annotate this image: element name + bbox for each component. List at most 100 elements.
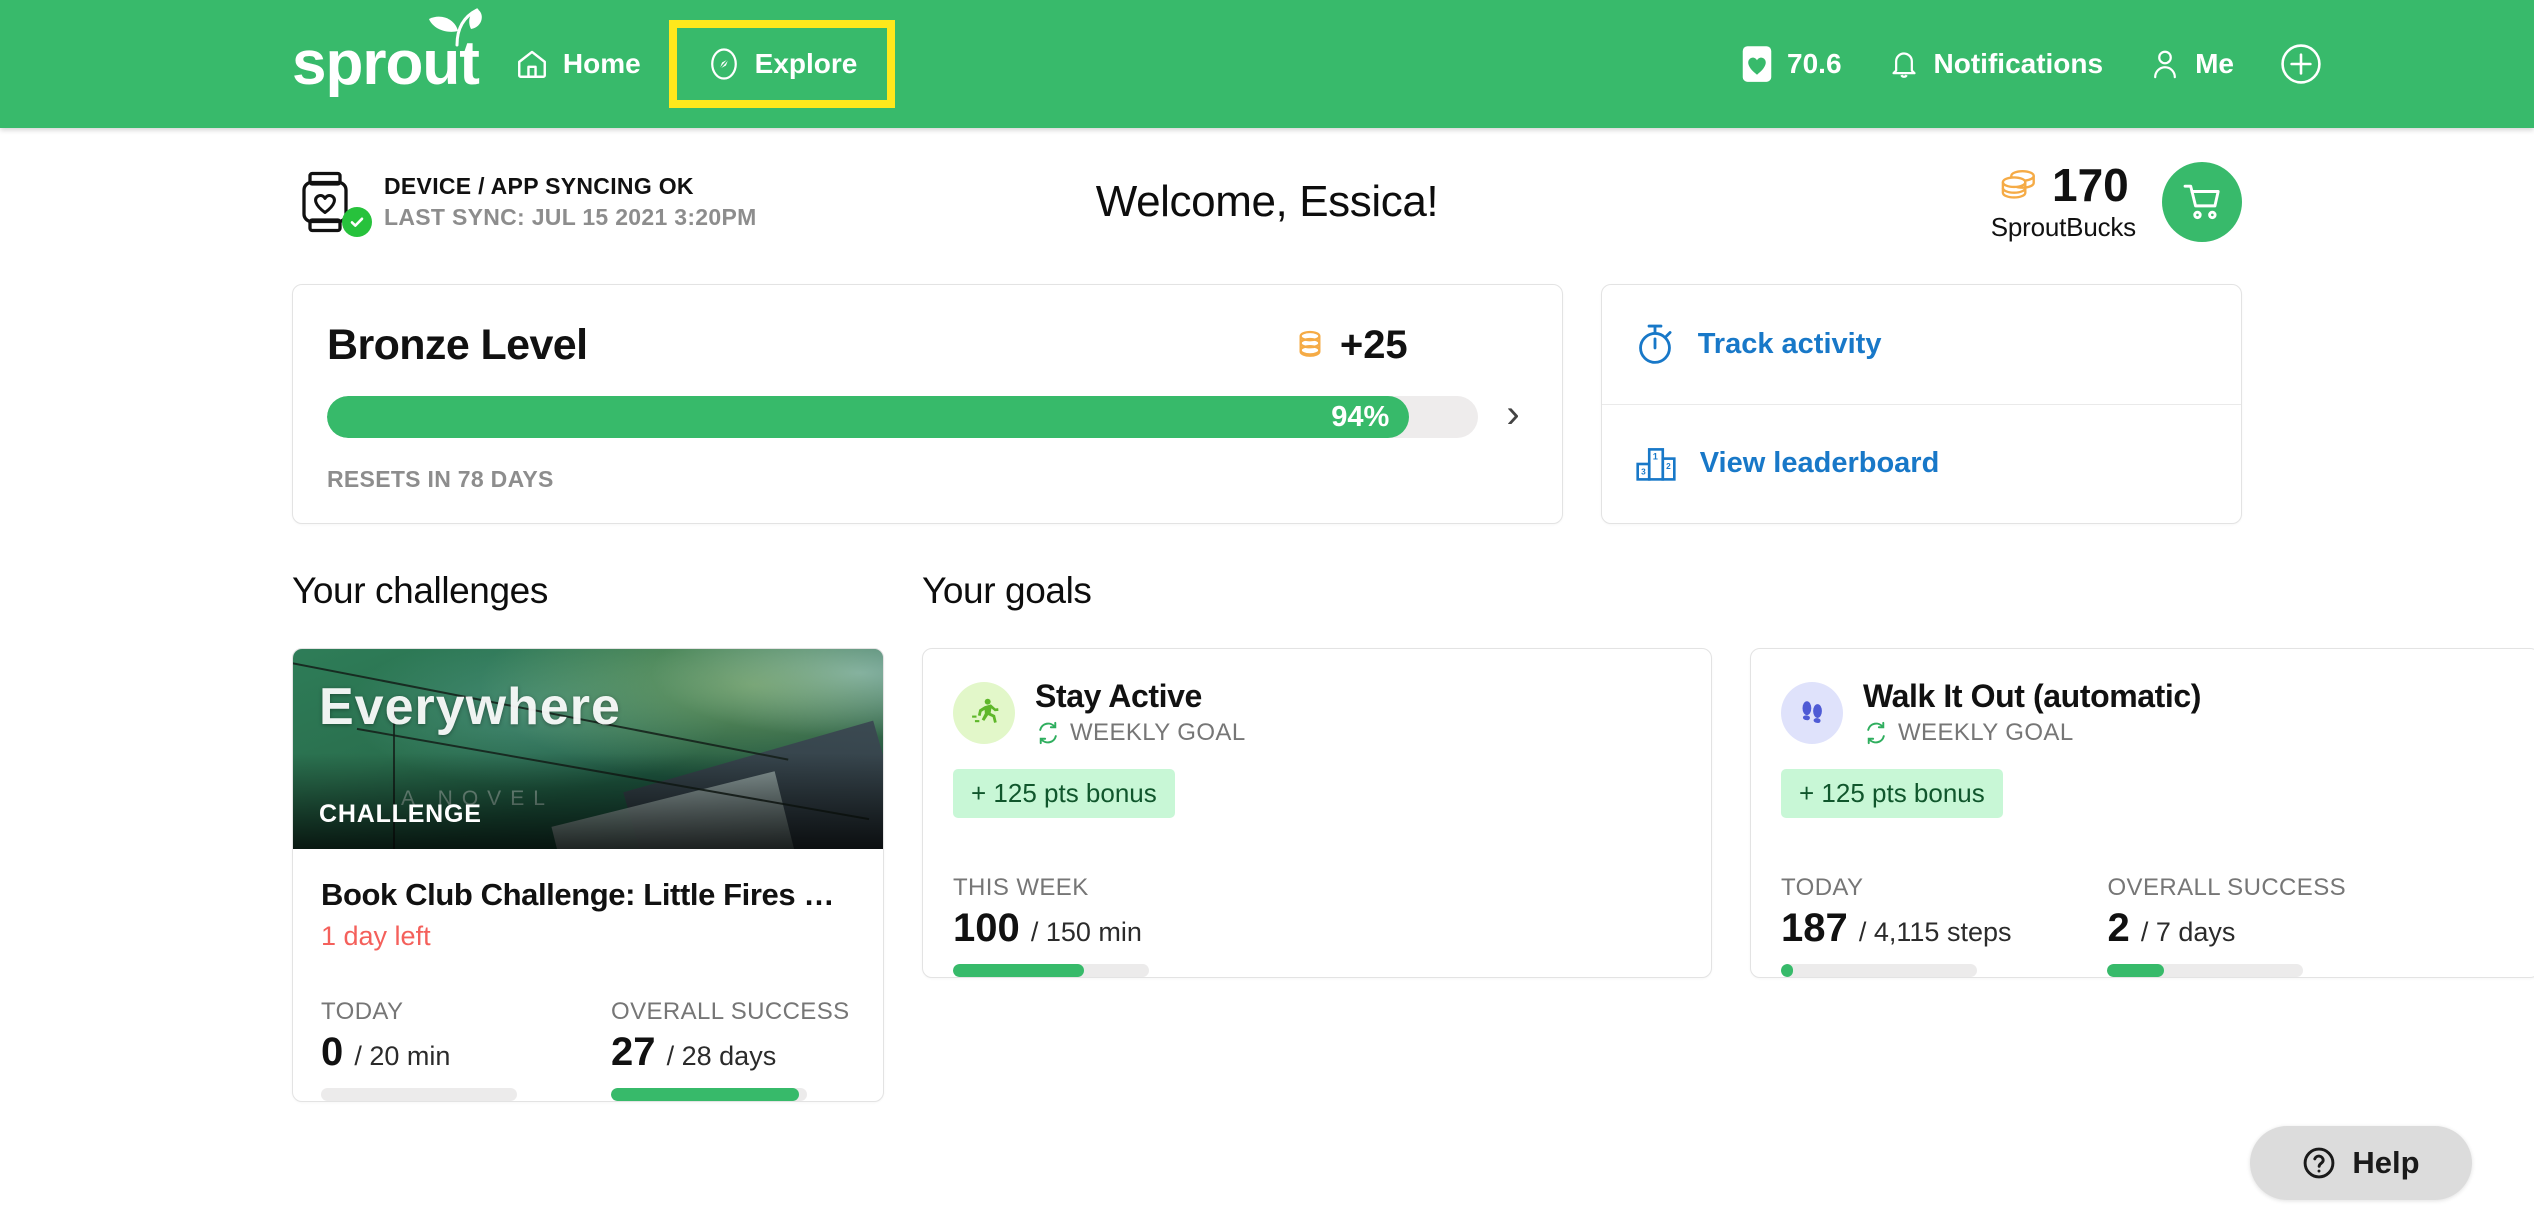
sync-status-text: DEVICE / APP SYNCING OK (384, 173, 694, 200)
goals-section-title: Your goals (922, 570, 1092, 611)
cart-icon (2181, 181, 2223, 223)
level-progress-bar: 94% (327, 396, 1479, 438)
stat-block: OVERALL SUCCESS 27 / 28 days (611, 998, 850, 1101)
goal-stats: THIS WEEK 100 / 150 min (953, 874, 1681, 978)
goal-bonus-pill: + 125 pts bonus (953, 769, 1175, 819)
nav-item-me[interactable]: Me (2145, 37, 2238, 91)
summary-cards-row: Bronze Level +25 94% › RESETS IN 78 DAYS… (292, 284, 2242, 524)
track-activity-label: Track activity (1697, 327, 1882, 360)
goal-kind-label: WEEKLY GOAL (1070, 719, 1246, 747)
level-progress-label: 94% (1331, 400, 1390, 433)
stat-progress-fill (953, 964, 1085, 978)
stat-value: 27 / 28 days (611, 1030, 850, 1074)
stat-block: TODAY 187 / 4,115 steps (1781, 874, 2012, 978)
nav-item-home-label: Home (562, 48, 641, 79)
stat-progress-fill (611, 1088, 800, 1101)
quick-links-card: Track activity 1 2 3 View leaderboard (1600, 284, 2242, 524)
coins-icon (1294, 329, 1326, 363)
stat-label: TODAY (1781, 874, 1864, 902)
challenge-name: Book Club Challenge: Little Fires … (321, 877, 835, 912)
stat-denominator: / 150 min (1030, 917, 1142, 948)
coins-icon (1998, 166, 2040, 204)
stat-block: THIS WEEK 100 / 150 min (953, 874, 1149, 978)
sproutbucks-label: SproutBucks (1990, 211, 2136, 242)
compass-icon (707, 46, 741, 82)
goal-kind-label: WEEKLY GOAL (1898, 719, 2074, 747)
help-label: Help (2352, 1145, 2420, 1180)
last-sync-text: LAST SYNC: JUL 15 2021 3:20PM (384, 204, 757, 230)
stat-progress-bar (2107, 964, 2304, 978)
sproutbucks-area: 170 SproutBucks (1991, 162, 2242, 243)
sproutbucks-value: 170 (2052, 158, 2129, 211)
goal-kind: WEEKLY GOAL (1863, 719, 2201, 747)
stat-value: 2 / 7 days (2107, 906, 2346, 950)
goal-name: Walk It Out (automatic) (1863, 678, 2202, 714)
challenges-section-title: Your challenges (292, 570, 548, 611)
content-sections: Your challenges Everywhere A NOVEL CHALL… (292, 570, 2534, 1102)
svg-text:3: 3 (1641, 466, 1646, 476)
goal-kind: WEEKLY GOAL (1035, 719, 1246, 747)
chevron-right-icon[interactable]: › (1504, 394, 1527, 440)
stat-value: 100 / 150 min (953, 906, 1149, 950)
stat-progress-bar (321, 1088, 517, 1101)
sprout-logo[interactable]: sprout (292, 8, 493, 95)
home-icon (515, 47, 549, 81)
goal-card-stay-active[interactable]: Stay Active WEEKLY GOAL + 125 pts bonus … (922, 648, 1712, 979)
goal-stats: TODAY 187 / 4,115 steps OVERALL SUCCESS (1781, 874, 2509, 978)
runner-icon (953, 682, 1015, 745)
stat-progress-bar (1781, 964, 1977, 978)
stat-number: 187 (1781, 906, 1848, 951)
nav-item-home[interactable]: Home (493, 29, 663, 99)
stat-denominator: / 4,115 steps (1858, 917, 2012, 948)
status-row: DEVICE / APP SYNCING OK LAST SYNC: JUL 1… (292, 128, 2242, 276)
question-circle-icon (2302, 1146, 2336, 1180)
health-score-value: 70.6 (1787, 48, 1842, 79)
podium-icon: 1 2 3 (1634, 444, 1678, 484)
level-progress-fill: 94% (327, 396, 1410, 438)
stat-label: THIS WEEK (953, 874, 1089, 902)
goal-card-walk-it-out[interactable]: Walk It Out (automatic) WEEKLY GOAL + 12… (1750, 648, 2534, 979)
stopwatch-icon (1634, 322, 1676, 366)
device-sync-status: DEVICE / APP SYNCING OK LAST SYNC: JUL 1… (292, 169, 757, 237)
stat-progress-bar (953, 964, 1149, 978)
stat-number: 27 (611, 1030, 656, 1074)
shopping-cart-button[interactable] (2162, 162, 2242, 242)
help-widget-button[interactable]: Help (2250, 1126, 2472, 1200)
track-activity-link[interactable]: Track activity (1602, 285, 2241, 404)
svg-text:1: 1 (1653, 451, 1658, 461)
cover-title: Everywhere (319, 678, 621, 736)
repeat-icon (1035, 720, 1061, 746)
goals-row: Stay Active WEEKLY GOAL + 125 pts bonus … (922, 648, 2534, 979)
nav-item-explore[interactable]: Explore (668, 20, 896, 108)
leaf-sprig-icon (428, 8, 482, 47)
challenge-stats: TODAY 0 / 20 min OVERALL SUCCESS 27 / 28… (321, 998, 855, 1101)
notifications-label: Notifications (1933, 48, 2104, 79)
challenges-column: Your challenges Everywhere A NOVEL CHALL… (292, 570, 884, 1102)
nav-item-notifications[interactable]: Notifications (1884, 37, 2108, 91)
level-resets-text: RESETS IN 78 DAYS (327, 466, 554, 492)
add-button[interactable] (2276, 33, 2326, 95)
level-bonus-value: +25 (1339, 323, 1408, 367)
primary-nav: sprout Home Explore (292, 8, 901, 108)
stat-number: 0 (321, 1030, 344, 1074)
page-content: DEVICE / APP SYNCING OK LAST SYNC: JUL 1… (0, 128, 2534, 1102)
health-score[interactable]: 70.6 (1737, 35, 1846, 93)
stat-denominator: / 28 days (666, 1041, 777, 1071)
sync-ok-check-icon (342, 207, 372, 237)
view-leaderboard-link[interactable]: 1 2 3 View leaderboard (1601, 403, 2241, 524)
stat-label: OVERALL SUCCESS (611, 998, 850, 1025)
stat-label: TODAY (321, 998, 404, 1025)
secondary-nav: 70.6 Notifications Me (1737, 33, 2326, 95)
stat-progress-bar (611, 1088, 807, 1101)
person-icon (2149, 47, 2181, 81)
nav-item-me-label: Me (2195, 48, 2234, 79)
goal-name: Stay Active (1035, 678, 1202, 714)
stat-progress-fill (2107, 964, 2165, 978)
heart-badge-icon (1741, 45, 1773, 83)
welcome-title: Welcome, Essica! (1095, 177, 1439, 226)
stat-number: 2 (2107, 906, 2130, 951)
level-title: Bronze Level (327, 321, 588, 369)
level-card[interactable]: Bronze Level +25 94% › RESETS IN 78 DAYS (292, 284, 1563, 524)
challenge-card[interactable]: Everywhere A NOVEL CHALLENGE Book Club C… (292, 648, 884, 1102)
footprints-icon (1781, 682, 1843, 745)
